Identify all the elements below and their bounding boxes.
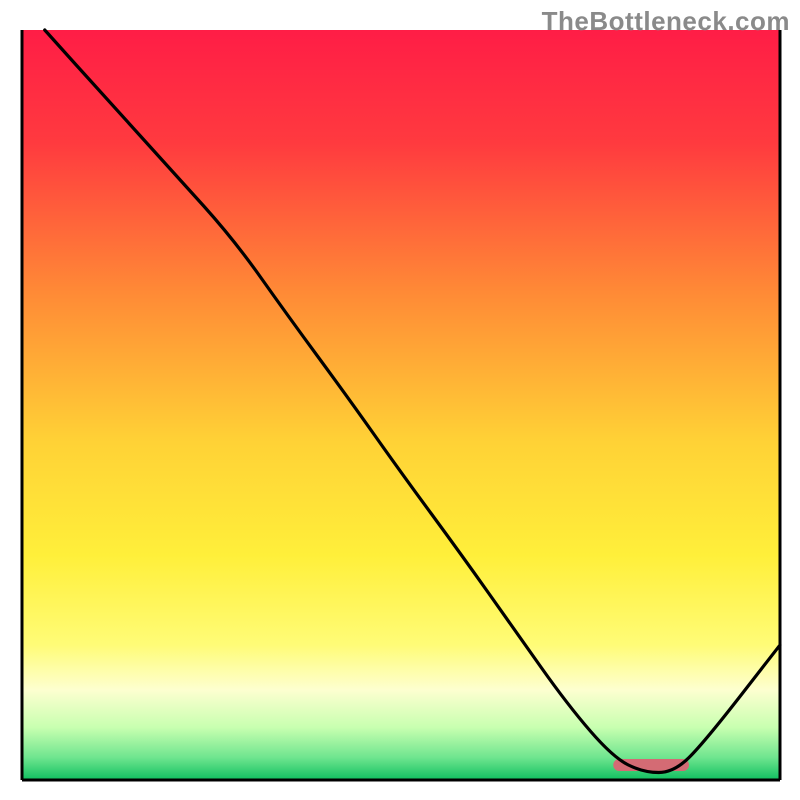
chart-svg [0, 0, 800, 800]
watermark-text: TheBottleneck.com [542, 6, 790, 37]
plot-background [22, 30, 780, 780]
bottleneck-chart: TheBottleneck.com [0, 0, 800, 800]
